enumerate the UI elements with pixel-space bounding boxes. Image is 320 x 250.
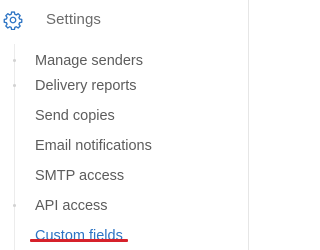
panel-right-border <box>248 0 249 250</box>
active-item-underline <box>30 239 128 242</box>
menu-item-delivery-reports[interactable]: Delivery reports <box>35 76 137 96</box>
menu-item-send-copies[interactable]: Send copies <box>35 106 115 126</box>
menu-item-smtp-access[interactable]: SMTP access <box>35 166 124 186</box>
settings-menu: Manage senders Delivery reports Send cop… <box>0 0 248 250</box>
menu-item-custom-fields[interactable]: Custom fields <box>35 226 123 246</box>
menu-item-email-notifications[interactable]: Email notifications <box>35 136 152 156</box>
menu-item-manage-senders[interactable]: Manage senders <box>35 51 143 71</box>
menu-item-api-access[interactable]: API access <box>35 196 108 216</box>
